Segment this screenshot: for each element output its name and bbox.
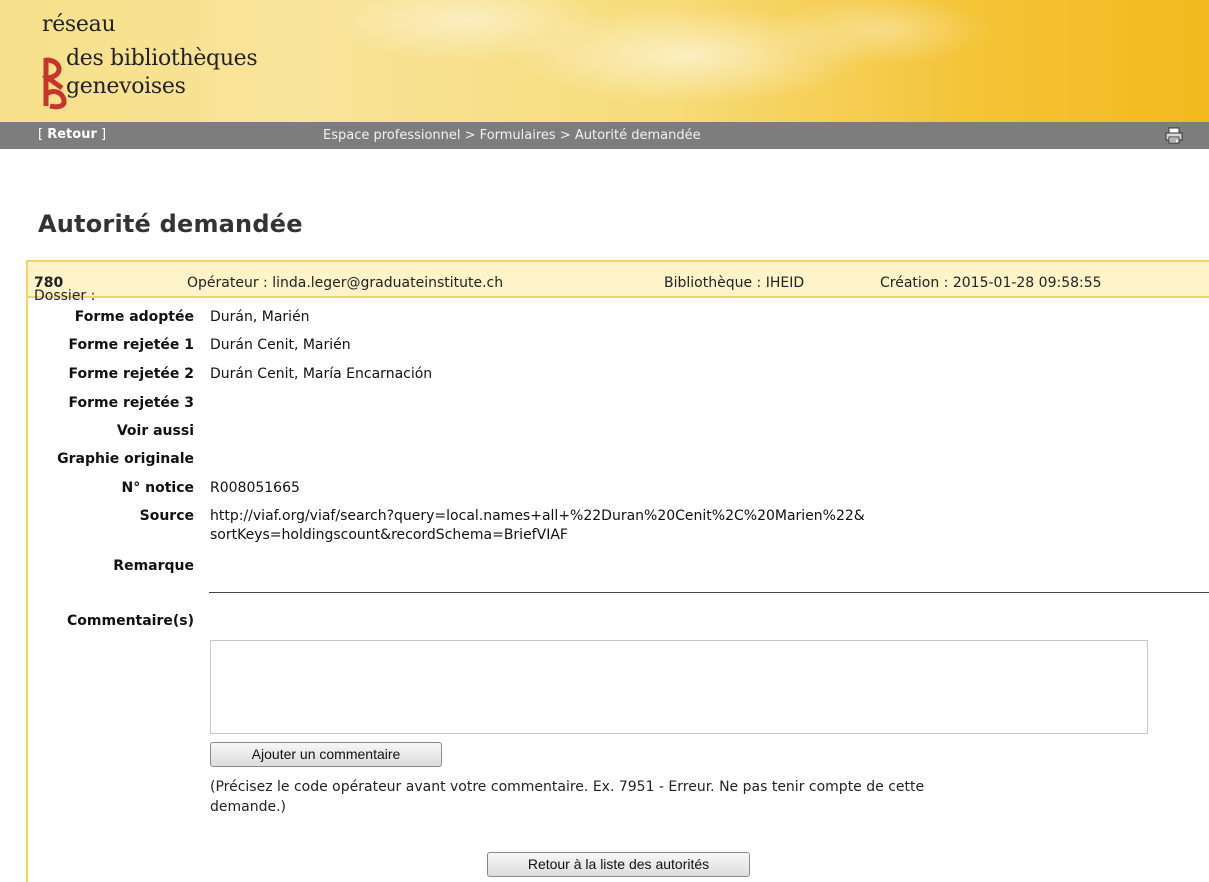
request-panel: Dossier : 780 Opérateur : linda.leger@gr… <box>26 260 1209 882</box>
field-label-source: Source <box>139 508 194 524</box>
logo-text-line2: des bibliothèques <box>66 46 258 71</box>
field-label-forme-rejetee-1: Forme rejetée 1 <box>68 337 194 353</box>
field-label-forme-adoptee: Forme adoptée <box>74 309 194 325</box>
retour-bracket-close: ] <box>96 127 107 142</box>
add-comment-button[interactable]: Ajouter un commentaire <box>210 742 442 767</box>
field-label-no-notice: N° notice <box>121 480 194 496</box>
field-value-forme-rejetee-1: Durán Cenit, Marién <box>210 337 351 353</box>
field-label-voir-aussi: Voir aussi <box>116 423 194 439</box>
back-to-list-button[interactable]: Retour à la liste des autorités <box>487 852 750 877</box>
creation-info: Création : 2015-01-28 09:58:55 <box>880 275 1102 291</box>
page-title: Autorité demandée <box>38 210 303 238</box>
operateur-info: Opérateur : linda.leger@graduateinstitut… <box>187 275 504 291</box>
dossier-label: Dossier : <box>34 288 96 304</box>
breadcrumb: Espace professionnel > Formulaires > Aut… <box>323 128 701 143</box>
comment-hint-line1: (Précisez le code opérateur avant votre … <box>210 779 925 795</box>
logo-text-line3: genevoises <box>66 74 186 99</box>
logo-text-line1: réseau <box>42 12 116 37</box>
retour-link[interactable]: [ Retour ] <box>38 127 106 142</box>
dossier-info-bar: Dossier : 780 Opérateur : linda.leger@gr… <box>28 262 1209 304</box>
nav-bar: [ Retour ] Espace professionnel > Formul… <box>0 122 1209 149</box>
field-value-source-line2: sortKeys=holdingscount&recordSchema=Brie… <box>210 527 568 543</box>
field-label-forme-rejetee-3: Forme rejetée 3 <box>68 395 194 411</box>
field-value-forme-rejetee-2: Durán Cenit, María Encarnación <box>210 366 433 382</box>
field-label-graphie-originale: Graphie originale <box>57 451 194 467</box>
site-banner: réseau des bibliothèques genevoises <box>0 0 1209 122</box>
section-divider <box>209 592 1209 593</box>
retour-bracket-open: [ <box>38 127 48 142</box>
field-value-source-line1: http://viaf.org/viaf/search?query=local.… <box>210 508 865 524</box>
printer-icon[interactable] <box>1165 127 1183 144</box>
comments-label: Commentaire(s) <box>67 613 194 629</box>
field-value-forme-adoptee: Durán, Marién <box>210 309 310 325</box>
comment-textarea[interactable] <box>210 640 1148 734</box>
bibliotheque-info: Bibliothèque : IHEID <box>664 275 805 291</box>
field-label-remarque: Remarque <box>113 558 194 574</box>
field-value-no-notice: R008051665 <box>210 480 300 496</box>
retour-label: Retour <box>47 127 97 142</box>
field-label-forme-rejetee-2: Forme rejetée 2 <box>68 366 194 382</box>
dossier-number: Dossier : 780 <box>34 275 95 304</box>
rbg-logo-mark <box>42 57 67 110</box>
comment-hint-line2: demande.) <box>210 799 287 815</box>
comment-hint: (Précisez le code opérateur avant votre … <box>210 777 1130 817</box>
